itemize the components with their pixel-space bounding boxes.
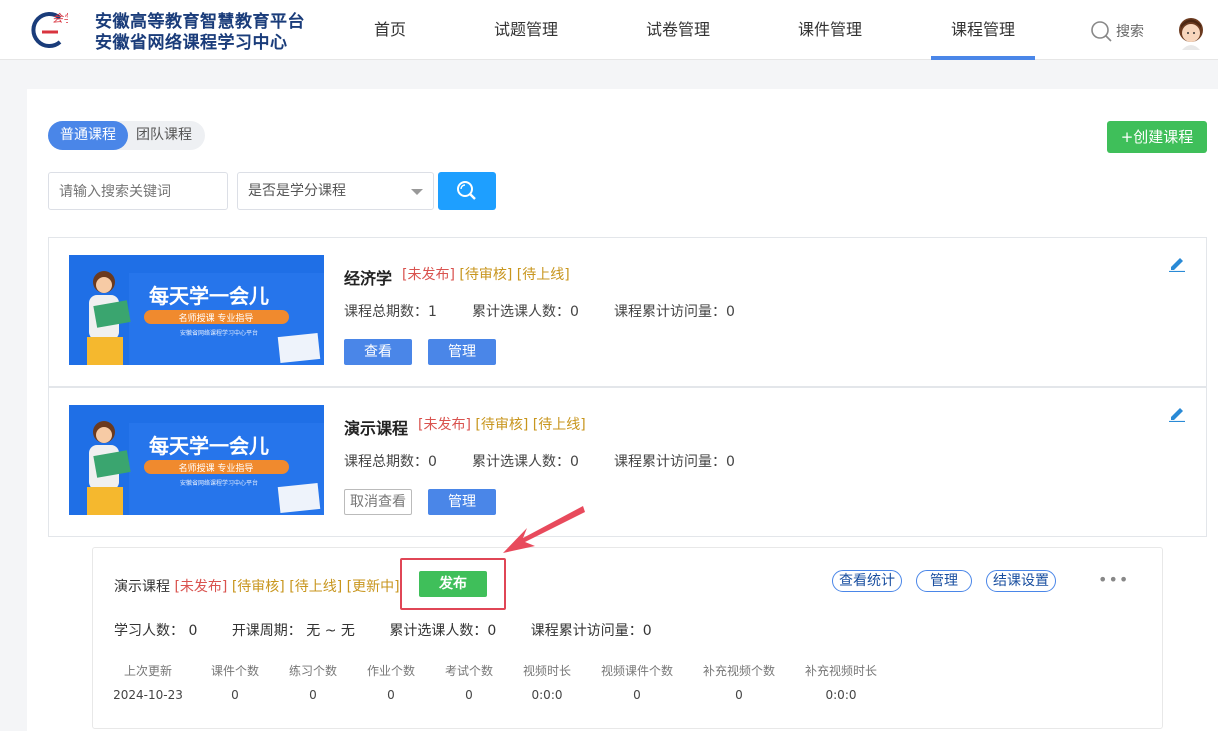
view-button[interactable]: 查看 [344,339,412,365]
thumb-headline: 每天学一会儿 [149,284,269,308]
course-visits: 课程累计访问量：0 [614,454,735,470]
column-header: 作业个数 [366,664,415,678]
platform-title: 安徽高等教育智慧教育平台 安徽省网络课程学习中心 [95,12,305,54]
cancel-view-button[interactable]: 取消查看 [344,489,412,515]
status-badge-pending-review: [待审核] [459,267,513,283]
nav-courseware-manage[interactable]: 课件管理 [798,0,862,60]
course-status-tags: [未发布] [待审核] [待上线] [418,414,586,434]
pencil-icon[interactable] [1168,254,1186,272]
detail-title-row: 演示课程 [未发布] [待审核] [待上线] [更新中] [114,576,400,596]
course-periods: 课程总期数：1 [344,304,437,320]
svg-text:会学: 会学 [52,12,68,25]
publish-highlight-box: 发布 [400,558,506,610]
course-card: 每天学一会儿 名师授课 专业指导 安徽省网络课程学习中心平台 经济学 [未发布]… [48,237,1207,387]
extra-video-duration-value: 0:0:0 [825,688,857,702]
tab-normal-course[interactable]: 普通课程 [48,121,128,150]
manage-button[interactable]: 管理 [916,570,972,592]
exercise-count-value: 0 [309,688,317,702]
status-badge-pending-online: [待上线] [289,579,343,595]
tab-team-course[interactable]: 团队课程 [124,121,204,150]
annotation-arrow-icon [503,506,585,553]
detail-period: 开课周期： 无 ~ 无 [231,623,355,639]
course-selected-count: 累计选课人数：0 [472,454,579,470]
status-badge-unpublished: [未发布] [174,579,228,595]
manage-button[interactable]: 管理 [428,339,496,365]
publish-button[interactable]: 发布 [419,571,487,597]
thumb-ribbon: 名师授课 专业指导 [179,462,254,474]
view-stats-button[interactable]: 查看统计 [832,570,902,592]
column-header: 补充视频个数 [702,664,775,678]
course-title[interactable]: 演示课程 [344,415,408,439]
course-thumbnail[interactable]: 每天学一会儿 名师授课 专业指导 安徽省网络课程学习中心平台 [69,405,324,515]
column-header: 上次更新 [123,664,172,678]
search-icon [1091,21,1112,42]
course-type-tabs: 普通课程 团队课程 [48,121,205,150]
search-icon [457,181,476,200]
status-badge-unpublished: [未发布] [418,417,471,433]
platform-title-line2: 安徽省网络课程学习中心 [95,33,288,53]
column-header: 视频课件个数 [600,664,673,678]
course-detail-panel: 演示课程 [未发布] [待审核] [待上线] [更新中] 发布 查看统计 管理 … [92,547,1163,729]
manage-button[interactable]: 管理 [428,489,496,515]
course-selected-count: 累计选课人数：0 [472,304,579,320]
video-courseware-count-value: 0 [633,688,641,702]
nav-paper-manage[interactable]: 试卷管理 [646,0,710,60]
nav-course-manage[interactable]: 课程管理 [931,0,1035,60]
column-header: 练习个数 [288,664,337,678]
course-title[interactable]: 经济学 [344,265,392,289]
course-status-tags: [未发布] [待审核] [待上线] [402,264,570,284]
keyword-search-input[interactable] [48,172,228,210]
pencil-icon[interactable] [1168,404,1186,422]
video-duration-value: 0:0:0 [531,688,563,702]
thumb-caption: 安徽省网络课程学习中心平台 [180,329,258,337]
status-badge-unpublished: [未发布] [402,267,455,283]
top-search-label: 搜索 [1116,24,1144,40]
detail-course-name: 演示课程 [114,579,170,595]
extra-video-count-value: 0 [735,688,743,702]
credit-course-select-value: 是否是学分课程 [248,183,346,199]
create-course-button[interactable]: +创建课程 [1107,121,1207,153]
column-header: 考试个数 [444,664,493,678]
user-avatar-icon[interactable] [1176,14,1206,50]
homework-count-value: 0 [387,688,395,702]
chevron-down-icon [411,189,423,195]
exam-count-value: 0 [465,688,473,702]
nav-home[interactable]: 首页 [374,0,406,60]
status-badge-pending-review: [待审核] [231,579,285,595]
status-badge-pending-online: [待上线] [532,417,586,433]
thumb-ribbon: 名师授课 专业指导 [179,312,254,324]
status-badge-updating: [更新中] [346,579,400,595]
detail-learners: 学习人数： 0 [114,623,198,639]
top-search[interactable]: 搜索 [1090,20,1144,42]
course-end-settings-button[interactable]: 结课设置 [986,570,1056,592]
status-badge-pending-online: [待上线] [516,267,570,283]
column-header: 视频时长 [522,664,571,678]
courseware-count-value: 0 [231,688,239,702]
platform-logo-icon[interactable]: 会学 [28,10,68,50]
search-button[interactable] [438,172,496,210]
more-options-icon[interactable]: ••• [1098,570,1129,589]
thumb-caption: 安徽省网络课程学习中心平台 [180,479,258,487]
column-header: 补充视频时长 [804,664,877,678]
detail-stats-row: 学习人数： 0 开课周期： 无 ~ 无 累计选课人数：0 课程累计访问量：0 [114,620,682,640]
course-card: 每天学一会儿 名师授课 专业指导 安徽省网络课程学习中心平台 演示课程 [未发布… [48,387,1207,537]
column-header: 课件个数 [210,664,259,678]
nav-question-manage[interactable]: 试题管理 [494,0,558,60]
course-periods: 课程总期数：0 [344,454,437,470]
course-visits: 课程累计访问量：0 [614,304,735,320]
credit-course-select[interactable]: 是否是学分课程 [237,172,434,210]
thumb-headline: 每天学一会儿 [149,434,269,458]
detail-selected-count: 累计选课人数：0 [389,623,497,639]
course-thumbnail[interactable]: 每天学一会儿 名师授课 专业指导 安徽省网络课程学习中心平台 [69,255,324,365]
platform-title-line1: 安徽高等教育智慧教育平台 [95,12,305,32]
top-bar: 会学 安徽高等教育智慧教育平台 安徽省网络课程学习中心 首页 试题管理 试卷管理… [0,0,1218,60]
status-badge-pending-review: [待审核] [475,417,529,433]
detail-visits: 课程累计访问量：0 [530,623,652,639]
last-update-value: 2024-10-23 [113,688,183,702]
